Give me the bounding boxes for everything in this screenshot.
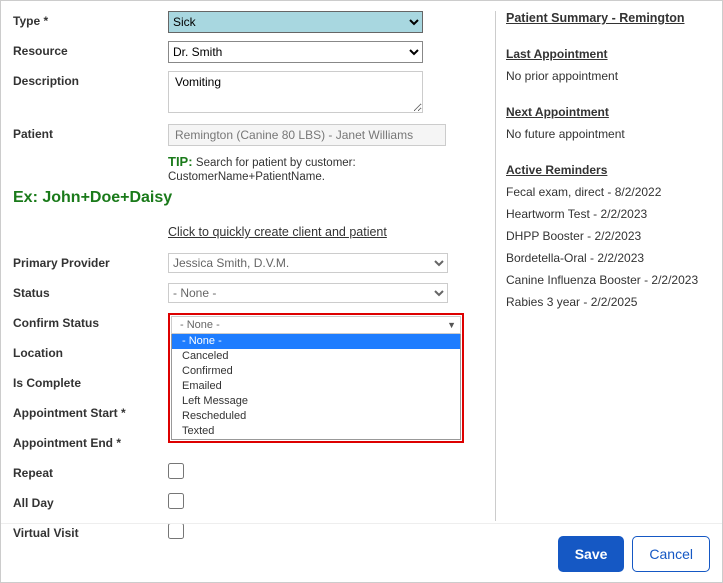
patient-field[interactable] <box>168 124 446 146</box>
reminders-label: Active Reminders <box>506 163 710 177</box>
reminder-item: Canine Influenza Booster - 2/2/2023 <box>506 273 710 287</box>
repeat-label: Repeat <box>13 463 168 480</box>
appt-start-label: Appointment Start * <box>13 403 168 420</box>
last-appt-label: Last Appointment <box>506 47 710 61</box>
quick-create-link[interactable]: Click to quickly create client and patie… <box>168 225 387 239</box>
type-label: Type * <box>13 11 168 28</box>
virtual-visit-label: Virtual Visit <box>13 523 168 540</box>
save-button[interactable]: Save <box>558 536 625 572</box>
reminder-item: DHPP Booster - 2/2/2023 <box>506 229 710 243</box>
confirm-option-canceled[interactable]: Canceled <box>172 349 460 364</box>
status-select[interactable]: - None - <box>168 283 448 303</box>
confirm-option-emailed[interactable]: Emailed <box>172 379 460 394</box>
confirm-option-left-message[interactable]: Left Message <box>172 394 460 409</box>
reminder-item: Heartworm Test - 2/2/2023 <box>506 207 710 221</box>
next-appt-label: Next Appointment <box>506 105 710 119</box>
tip-text: Search for patient by customer: Customer… <box>168 157 356 183</box>
status-label: Status <box>13 283 168 300</box>
confirm-option-none[interactable]: - None - <box>172 334 460 349</box>
confirm-option-texted[interactable]: Texted <box>172 424 460 439</box>
chevron-down-icon: ▼ <box>447 320 456 330</box>
patient-label: Patient <box>13 124 168 141</box>
is-complete-label: Is Complete <box>13 373 168 390</box>
last-appt-value: No prior appointment <box>506 69 710 83</box>
confirm-status-highlight: - None - ▼ - None - Canceled Confirmed E… <box>168 313 464 443</box>
appt-end-label: Appointment End * <box>13 433 168 450</box>
confirm-status-value: - None - <box>180 319 220 331</box>
reminder-item: Bordetella-Oral - 2/2/2023 <box>506 251 710 265</box>
summary-title: Patient Summary - Remington <box>506 11 710 25</box>
reminder-item: Fecal exam, direct - 8/2/2022 <box>506 185 710 199</box>
confirm-option-confirmed[interactable]: Confirmed <box>172 364 460 379</box>
location-label: Location <box>13 343 168 360</box>
description-textarea[interactable]: Vomiting <box>168 71 423 113</box>
confirm-status-label: Confirm Status <box>13 313 168 330</box>
confirm-status-dropdown: - None - Canceled Confirmed Emailed Left… <box>171 334 461 440</box>
all-day-checkbox[interactable] <box>168 493 184 509</box>
resource-label: Resource <box>13 41 168 58</box>
confirm-option-rescheduled[interactable]: Rescheduled <box>172 409 460 424</box>
all-day-label: All Day <box>13 493 168 510</box>
next-appt-value: No future appointment <box>506 127 710 141</box>
tip-label: TIP: <box>168 154 193 169</box>
confirm-status-select[interactable]: - None - ▼ <box>171 316 461 334</box>
virtual-visit-checkbox[interactable] <box>168 523 184 539</box>
tip-example: Ex: John+Doe+Daisy <box>13 189 485 207</box>
reminder-item: Rabies 3 year - 2/2/2025 <box>506 295 710 309</box>
primary-provider-select[interactable]: Jessica Smith, D.V.M. <box>168 253 448 273</box>
cancel-button[interactable]: Cancel <box>632 536 710 572</box>
repeat-checkbox[interactable] <box>168 463 184 479</box>
primary-provider-label: Primary Provider <box>13 253 168 270</box>
description-label: Description <box>13 71 168 88</box>
type-select[interactable]: Sick <box>168 11 423 33</box>
resource-select[interactable]: Dr. Smith <box>168 41 423 63</box>
